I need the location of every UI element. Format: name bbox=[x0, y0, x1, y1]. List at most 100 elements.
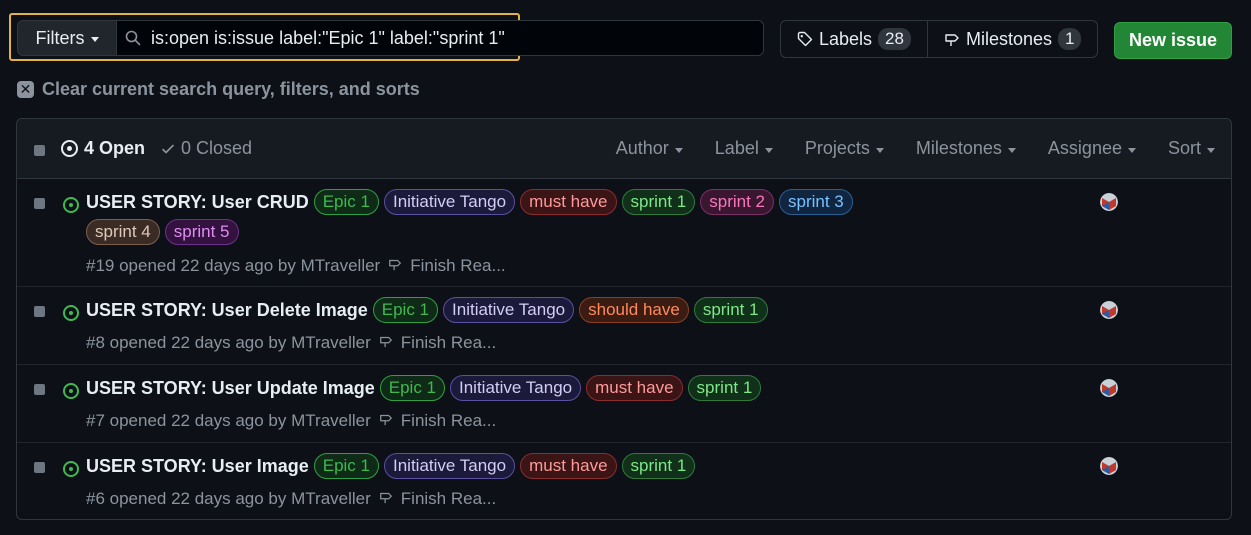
sort-filter-label: Sort bbox=[1167, 138, 1201, 158]
issue-title-link[interactable]: USER STORY: User Update Image bbox=[86, 378, 375, 399]
issue-opened-text: #8 opened 22 days ago by MTraveller bbox=[86, 333, 371, 352]
issue-milestone-link[interactable]: Finish Rea... bbox=[401, 489, 496, 509]
sort-filter[interactable]: Sort bbox=[1168, 138, 1215, 159]
labels-label: Labels bbox=[819, 28, 873, 49]
label-initiative-tango[interactable]: Initiative Tango bbox=[450, 375, 582, 401]
assignee-avatar[interactable] bbox=[1100, 457, 1118, 475]
projects-filter[interactable]: Projects bbox=[805, 138, 884, 159]
chevron-down-icon bbox=[875, 147, 884, 153]
issue-open-icon bbox=[63, 461, 79, 477]
issue-opened-text: #7 opened 22 days ago by MTraveller bbox=[86, 411, 371, 430]
select-all-checkbox[interactable] bbox=[34, 145, 45, 156]
label-initiative-tango[interactable]: Initiative Tango bbox=[383, 453, 516, 479]
issues-list-header: 4 Open 0 Closed Author Label Projects Mi… bbox=[17, 119, 1231, 179]
milestone-icon bbox=[379, 411, 393, 431]
issues-list: 4 Open 0 Closed Author Label Projects Mi… bbox=[16, 118, 1232, 520]
issue-row: USER STORY: User Delete Image Epic 1 Ini… bbox=[17, 287, 1231, 365]
issue-open-icon bbox=[61, 140, 78, 157]
author-filter[interactable]: Author bbox=[616, 138, 683, 159]
chevron-down-icon bbox=[764, 147, 773, 153]
issue-title-link[interactable]: USER STORY: User CRUD bbox=[86, 192, 309, 213]
issue-checkbox[interactable] bbox=[34, 462, 45, 473]
issue-meta: #6 opened 22 days ago by MTraveller Fini… bbox=[86, 489, 496, 509]
labels-count-badge: 28 bbox=[878, 28, 911, 50]
search-field[interactable] bbox=[116, 20, 764, 56]
labels-link[interactable]: Labels 28 bbox=[781, 21, 928, 57]
milestones-count-badge: 1 bbox=[1058, 28, 1082, 50]
milestones-filter-label: Milestones bbox=[915, 138, 1002, 158]
projects-filter-label: Projects bbox=[804, 138, 870, 158]
label-epic-1[interactable]: Epic 1 bbox=[313, 453, 379, 479]
label-must-have[interactable]: must have bbox=[586, 375, 683, 401]
open-issues-tab[interactable]: 4 Open bbox=[61, 138, 145, 159]
label-sprint-2[interactable]: sprint 2 bbox=[700, 189, 775, 215]
label-sprint-1[interactable]: sprint 1 bbox=[621, 189, 696, 215]
issue-milestone-link[interactable]: Finish Rea... bbox=[401, 411, 496, 431]
issues-toolbar: Filters Labels 28 Milestones 1 New issue bbox=[0, 0, 1251, 70]
label-epic-1[interactable]: Epic 1 bbox=[313, 189, 379, 215]
issue-checkbox[interactable] bbox=[34, 198, 45, 209]
clear-filters-link[interactable]: ✕ Clear current search query, filters, a… bbox=[17, 79, 420, 100]
issue-meta: #19 opened 22 days ago by MTraveller Fin… bbox=[86, 256, 506, 276]
issue-row: USER STORY: User Image Epic 1 Initiative… bbox=[17, 443, 1231, 519]
milestone-icon bbox=[379, 333, 393, 353]
closed-count-label: 0 Closed bbox=[181, 138, 253, 158]
close-icon: ✕ bbox=[17, 81, 34, 98]
milestone-icon bbox=[945, 34, 959, 46]
milestones-link[interactable]: Milestones 1 bbox=[928, 21, 1098, 57]
assignee-avatar[interactable] bbox=[1100, 301, 1118, 319]
issue-title-link[interactable]: USER STORY: User Delete Image bbox=[86, 300, 368, 321]
issue-title-line: USER STORY: User Image Epic 1 Initiative… bbox=[86, 453, 891, 479]
chevron-down-icon bbox=[1207, 147, 1215, 153]
chevron-down-icon bbox=[674, 147, 683, 153]
chevron-down-icon bbox=[90, 37, 99, 42]
issue-opened-text: #19 opened 22 days ago by MTraveller bbox=[86, 256, 381, 275]
milestones-filter[interactable]: Milestones bbox=[916, 138, 1016, 159]
chevron-down-icon bbox=[1127, 147, 1136, 153]
closed-issues-tab[interactable]: 0 Closed bbox=[161, 138, 252, 159]
assignee-filter[interactable]: Assignee bbox=[1048, 138, 1136, 159]
label-filter-label: Label bbox=[714, 138, 759, 158]
author-filter-label: Author bbox=[615, 138, 669, 158]
issue-checkbox[interactable] bbox=[34, 306, 45, 317]
check-icon bbox=[162, 144, 174, 153]
list-filters: Author Label Projects Milestones Assigne… bbox=[584, 138, 1215, 159]
tag-icon bbox=[797, 31, 813, 47]
search-input[interactable] bbox=[149, 26, 743, 50]
label-sprint-1[interactable]: sprint 1 bbox=[693, 297, 768, 323]
issue-title-line: USER STORY: User Delete Image Epic 1 Ini… bbox=[86, 297, 891, 323]
label-should-have[interactable]: should have bbox=[579, 297, 689, 323]
filters-button[interactable]: Filters bbox=[17, 20, 117, 56]
search-icon bbox=[125, 30, 141, 46]
new-issue-button[interactable]: New issue bbox=[1114, 22, 1232, 59]
label-filter[interactable]: Label bbox=[715, 138, 773, 159]
issue-title-line: USER STORY: User Update Image Epic 1 Ini… bbox=[86, 375, 891, 401]
issue-opened-text: #6 opened 22 days ago by MTraveller bbox=[86, 489, 371, 508]
label-initiative-tango[interactable]: Initiative Tango bbox=[443, 297, 575, 323]
chevron-down-icon bbox=[1007, 147, 1016, 153]
issue-row: USER STORY: User CRUD Epic 1 Initiative … bbox=[17, 179, 1231, 287]
label-must-have[interactable]: must have bbox=[520, 453, 617, 479]
issue-title-link[interactable]: USER STORY: User Image bbox=[86, 456, 309, 477]
issue-open-icon bbox=[63, 383, 79, 399]
milestone-icon bbox=[379, 489, 393, 509]
issue-milestone-link[interactable]: Finish Rea... bbox=[410, 256, 505, 276]
label-initiative-tango[interactable]: Initiative Tango bbox=[383, 189, 516, 215]
state-toggle: 4 Open 0 Closed bbox=[61, 138, 252, 159]
label-sprint-1[interactable]: sprint 1 bbox=[687, 375, 762, 401]
label-epic-1[interactable]: Epic 1 bbox=[379, 375, 445, 401]
assignee-avatar[interactable] bbox=[1100, 379, 1118, 397]
label-must-have[interactable]: must have bbox=[520, 189, 617, 215]
label-sprint-5[interactable]: sprint 5 bbox=[164, 219, 239, 245]
assignee-filter-label: Assignee bbox=[1047, 138, 1122, 158]
issue-milestone-link[interactable]: Finish Rea... bbox=[401, 333, 496, 353]
issue-open-icon bbox=[63, 305, 79, 321]
label-sprint-3[interactable]: sprint 3 bbox=[779, 189, 853, 215]
label-sprint-4[interactable]: sprint 4 bbox=[86, 219, 160, 245]
issue-checkbox[interactable] bbox=[34, 384, 45, 395]
label-epic-1[interactable]: Epic 1 bbox=[372, 297, 439, 323]
assignee-avatar[interactable] bbox=[1100, 193, 1118, 211]
label-sprint-1[interactable]: sprint 1 bbox=[621, 453, 696, 479]
filters-label: Filters bbox=[35, 27, 85, 48]
labels-milestones-group: Labels 28 Milestones 1 bbox=[780, 20, 1098, 58]
